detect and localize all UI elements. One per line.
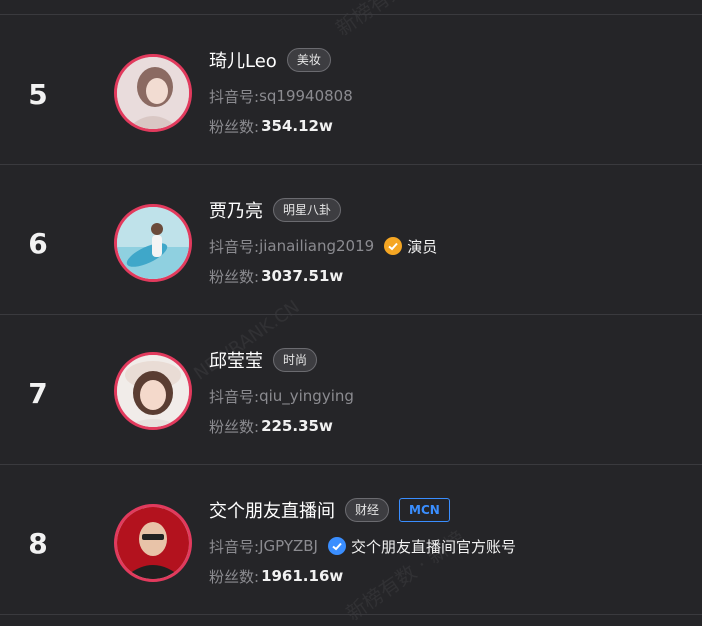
account-name[interactable]: 琦儿Leo xyxy=(209,47,277,73)
list-item[interactable]: 6 贾乃亮 明星八卦 抖音号: jianailiang2019 演员 粉丝数: … xyxy=(0,164,702,314)
fans-count: 354.12w xyxy=(261,117,333,135)
fans-count: 1961.16w xyxy=(261,567,344,585)
verification-text: 演员 xyxy=(407,237,438,256)
list-item[interactable]: 5 琦儿Leo 美妆 抖音号: sq19940808 粉丝数: 354.12w xyxy=(0,14,702,164)
rank-number: 6 xyxy=(28,227,48,260)
category-tag: 时尚 xyxy=(273,348,318,372)
account-name[interactable]: 贾乃亮 xyxy=(209,197,263,223)
verified-icon xyxy=(384,237,403,255)
row-divider xyxy=(0,614,702,625)
account-id: sq19940808 xyxy=(259,87,353,105)
account-label: 抖音号: xyxy=(209,237,260,256)
account-id: JGPYZBJ xyxy=(259,537,318,555)
avatar[interactable] xyxy=(114,352,192,430)
account-info: 邱莹莹 时尚 抖音号: qiu_yingying 粉丝数: 225.35w xyxy=(209,345,682,441)
fans-label: 粉丝数: xyxy=(209,117,260,136)
category-tag: 美妆 xyxy=(286,48,331,72)
avatar[interactable] xyxy=(114,54,192,132)
account-label: 抖音号: xyxy=(209,387,260,406)
fans-count: 3037.51w xyxy=(261,267,344,285)
rank-number: 7 xyxy=(28,377,48,410)
verification: 演员 xyxy=(384,236,437,257)
account-info: 贾乃亮 明星八卦 抖音号: jianailiang2019 演员 粉丝数: 30… xyxy=(209,195,682,291)
rank-number: 8 xyxy=(28,527,48,560)
fans-label: 粉丝数: xyxy=(209,567,260,586)
rank-number: 5 xyxy=(28,78,48,111)
fans-label: 粉丝数: xyxy=(209,267,260,286)
account-label: 抖音号: xyxy=(209,537,260,556)
category-tag: 财经 xyxy=(345,498,390,522)
account-id: jianailiang2019 xyxy=(259,237,375,255)
account-label: 抖音号: xyxy=(209,87,260,106)
verified-icon xyxy=(327,537,346,555)
account-name[interactable]: 交个朋友直播间 xyxy=(209,497,335,523)
list-item[interactable]: 7 邱莹莹 时尚 抖音号: qiu_yingying 粉丝数: 225.35w xyxy=(0,314,702,464)
fans-count: 225.35w xyxy=(261,417,333,435)
fans-label: 粉丝数: xyxy=(209,417,260,436)
account-info: 琦儿Leo 美妆 抖音号: sq19940808 粉丝数: 354.12w xyxy=(209,45,682,141)
verification-text: 交个朋友直播间官方账号 xyxy=(350,537,516,556)
list-item[interactable]: 8 交个朋友直播间 财经 MCN 抖音号: JGPYZBJ 交个朋友直播间官方账… xyxy=(0,464,702,614)
mcn-badge: MCN xyxy=(399,498,450,522)
avatar[interactable] xyxy=(114,504,192,582)
avatar[interactable] xyxy=(114,204,192,282)
account-info: 交个朋友直播间 财经 MCN 抖音号: JGPYZBJ 交个朋友直播间官方账号 … xyxy=(209,495,682,591)
account-id: qiu_yingying xyxy=(259,387,354,405)
account-name[interactable]: 邱莹莹 xyxy=(209,347,263,373)
category-tag: 明星八卦 xyxy=(273,198,342,222)
verification: 交个朋友直播间官方账号 xyxy=(327,536,516,557)
